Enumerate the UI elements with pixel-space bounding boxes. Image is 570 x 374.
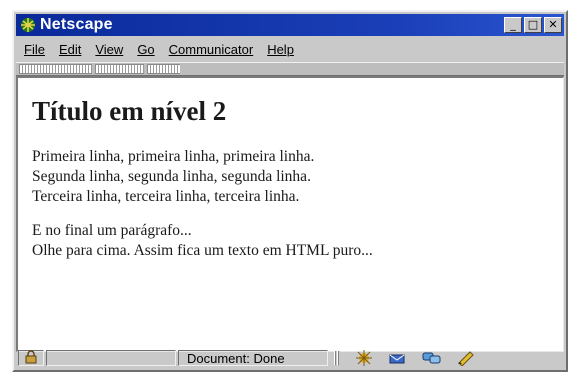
menu-edit[interactable]: Edit [57,42,83,57]
personal-toolbar-tab[interactable] [147,64,180,74]
menu-go[interactable]: Go [135,42,156,57]
status-text: Document: Done [178,350,328,366]
location-toolbar-tab[interactable] [95,64,144,74]
menu-file[interactable]: File [22,42,47,57]
mail-icon[interactable] [388,350,408,366]
component-bar [334,350,476,366]
component-bar-grip[interactable] [334,351,340,365]
security-indicator[interactable] [18,349,44,367]
maximize-button[interactable]: □ [524,17,542,33]
lock-icon [24,349,38,367]
composer-icon[interactable] [456,350,476,366]
navigation-toolbar-tab[interactable] [19,64,92,74]
final-line-2: Olhe para cima. Assim fica um texto em H… [32,242,373,259]
browser-window: Netscape _ □ ✕ File Edit View Go Communi… [12,10,568,372]
window-title: Netscape [40,16,113,33]
menu-view[interactable]: View [93,42,125,57]
status-bar: Document: Done [16,348,564,368]
netscape-logo-icon [20,17,36,33]
final-line-1: E no final um parágrafo... [32,222,192,239]
page-content-area[interactable]: Título em nível 2 Primeira linha, primei… [16,76,564,352]
line-3: Terceira linha, terceira linha, terceira… [32,188,300,205]
page-heading: Título em nível 2 [32,96,227,126]
menu-help[interactable]: Help [265,42,296,57]
maximize-icon: □ [527,18,539,31]
collapsed-toolbars [16,62,564,76]
line-1: Primeira linha, primeira linha, primeira… [32,148,315,165]
menu-bar: File Edit View Go Communicator Help [16,38,564,60]
menu-communicator[interactable]: Communicator [167,42,256,57]
discussion-icon[interactable] [422,350,442,366]
progress-bar [46,350,176,366]
navigator-icon[interactable] [354,350,374,366]
paragraph-lines: Primeira linha, primeira linha, primeira… [32,147,563,207]
close-icon: ✕ [548,18,558,31]
minimize-button[interactable]: _ [504,17,522,33]
title-bar[interactable]: Netscape _ □ ✕ [16,14,564,36]
line-2: Segunda linha, segunda linha, segunda li… [32,168,311,185]
close-button[interactable]: ✕ [544,17,562,33]
final-paragraph: E no final um parágrafo... Olhe para cim… [32,221,563,261]
minimize-icon: _ [510,18,516,31]
